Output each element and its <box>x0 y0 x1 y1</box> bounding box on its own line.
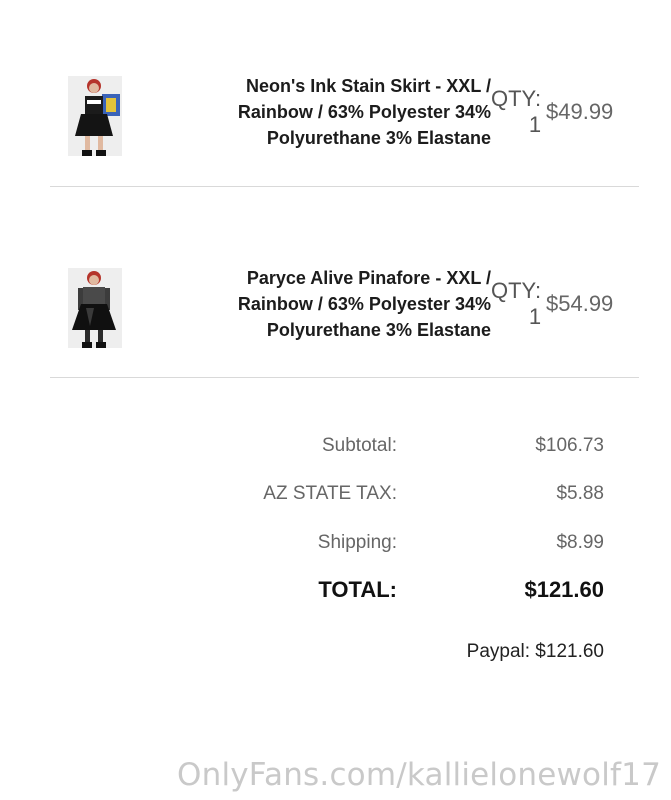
shipping-value: $8.99 <box>556 532 604 553</box>
tax-value: $5.88 <box>556 483 604 504</box>
tax-label: AZ STATE TAX: <box>263 483 397 504</box>
item-price: $54.99 <box>546 291 614 316</box>
item-price: $49.99 <box>546 99 614 124</box>
divider <box>50 377 639 378</box>
shipping-label: Shipping: <box>317 532 397 553</box>
qty-label: QTY: <box>491 86 542 111</box>
item-name-line: Rainbow / 63% Polyester 34% <box>237 294 491 314</box>
item-name-line: Rainbow / 63% Polyester 34% <box>237 102 491 122</box>
item-name-line: Polyurethane 3% Elastane <box>266 128 491 148</box>
qty-label: QTY: <box>491 278 542 303</box>
divider <box>50 186 639 187</box>
order-item: Neon's Ink Stain Skirt - XXL / Rainbow /… <box>0 60 671 180</box>
item-quantity: QTY: 1 <box>491 86 541 138</box>
item-name: Paryce Alive Pinafore - XXL / Rainbow / … <box>171 265 491 343</box>
subtotal-value: $106.73 <box>535 435 604 456</box>
product-thumbnail[interactable] <box>68 268 122 348</box>
item-name-line: Paryce Alive Pinafore - XXL / <box>246 268 491 288</box>
payment-method: Paypal: $121.60 <box>466 641 604 662</box>
watermark: OnlyFans.com/kallielonewolf17 <box>177 757 661 793</box>
item-name-line: Polyurethane 3% Elastane <box>266 320 491 340</box>
item-quantity: QTY: 1 <box>491 278 541 330</box>
order-item: Paryce Alive Pinafore - XXL / Rainbow / … <box>0 252 671 372</box>
qty-value: 1 <box>528 112 542 137</box>
skirt-model-image <box>68 76 122 156</box>
qty-value: 1 <box>528 304 542 329</box>
item-name: Neon's Ink Stain Skirt - XXL / Rainbow /… <box>171 73 491 151</box>
total-value: $121.60 <box>524 577 604 602</box>
subtotal-label: Subtotal: <box>322 435 397 456</box>
total-label: TOTAL: <box>318 577 397 602</box>
item-name-line: Neon's Ink Stain Skirt - XXL / <box>245 76 491 96</box>
pinafore-model-image <box>68 268 122 348</box>
product-thumbnail[interactable] <box>68 76 122 156</box>
